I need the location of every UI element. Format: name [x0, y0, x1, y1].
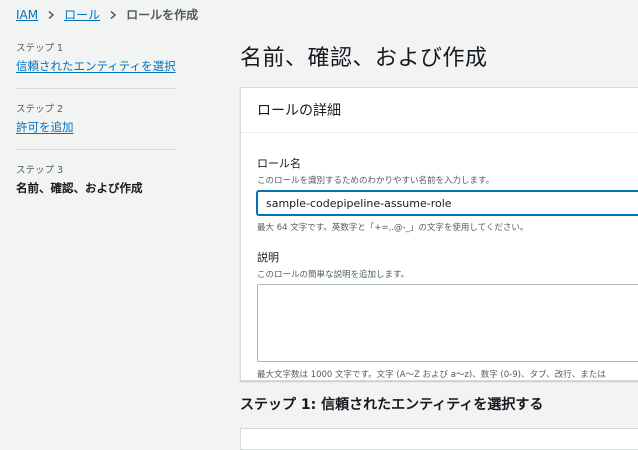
- breadcrumb-current: ロールを作成: [126, 8, 199, 22]
- breadcrumb-iam-link[interactable]: IAM: [16, 8, 38, 22]
- step-link-select-trusted-entity[interactable]: 信頼されたエンティティを選択: [16, 58, 176, 74]
- wizard-step-3: ステップ 3 名前、確認、および作成: [16, 162, 176, 210]
- description-label: 説明: [257, 251, 279, 264]
- step-number: ステップ 3: [16, 165, 64, 176]
- step-number: ステップ 2: [16, 104, 64, 115]
- page-title: 名前、確認、および作成: [240, 46, 488, 71]
- description-constraint: 最大文字数は 1000 文字です。文字 (A〜Z および a〜z)、数字 (0-…: [257, 370, 606, 380]
- wizard-step-1: ステップ 1 信頼されたエンティティを選択: [16, 40, 176, 89]
- chevron-right-icon: [110, 10, 117, 19]
- wizard-steps-sidebar: ステップ 1 信頼されたエンティティを選択 ステップ 2 許可を追加 ステップ …: [16, 40, 176, 222]
- card-header: ロールの詳細: [241, 88, 638, 133]
- role-name-input[interactable]: [257, 191, 638, 215]
- step-number: ステップ 1: [16, 43, 64, 54]
- step-current-name-review-create: 名前、確認、および作成: [16, 181, 143, 195]
- wizard-step-2: ステップ 2 許可を追加: [16, 101, 176, 150]
- card-body: ロール名 このロールを識別するためのわかりやすい名前を入力します。 最大 64 …: [241, 133, 638, 380]
- chevron-right-icon: [48, 10, 55, 19]
- description-textarea[interactable]: [257, 284, 638, 362]
- step-link-add-permissions[interactable]: 許可を追加: [16, 119, 176, 135]
- description-field: 説明 このロールの簡単な説明を追加します。 最大文字数は 1000 文字です。文…: [257, 249, 638, 380]
- breadcrumb-roles-link[interactable]: ロール: [64, 6, 100, 23]
- description-help: このロールの簡単な説明を追加します。: [257, 270, 410, 280]
- role-name-label: ロール名: [257, 157, 301, 170]
- role-name-constraint: 最大 64 文字です。英数字と「+=,.@-_」の文字を使用してください。: [257, 223, 529, 233]
- step1-section-card: [240, 428, 638, 450]
- step1-section-heading: ステップ 1: 信頼されたエンティティを選択する: [240, 397, 544, 413]
- role-details-card: ロールの詳細 ロール名 このロールを識別するためのわかりやすい名前を入力します。…: [240, 87, 638, 381]
- role-name-description: このロールを識別するためのわかりやすい名前を入力します。: [257, 176, 495, 186]
- breadcrumb: IAM ロール ロールを作成: [16, 6, 198, 23]
